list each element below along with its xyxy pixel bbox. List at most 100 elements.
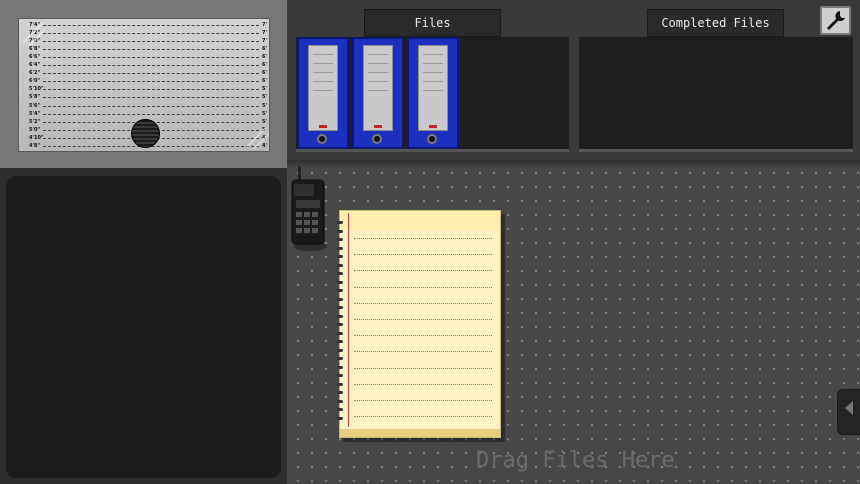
notepad-ruled-line [354,270,492,272]
glass-glare [23,23,45,45]
height-mark-label: 7' [261,21,267,28]
notepad-ruled-line [354,319,492,320]
height-mark-line [43,40,259,42]
binder-ring-icon [317,134,327,144]
height-mark-line [43,56,259,58]
height-mark-row: 6'4" 6' [19,62,269,70]
height-mark-row: 7'0"7' [19,37,269,45]
height-mark-label: 4'10" [29,134,44,141]
spiral-ring [337,416,343,420]
height-mark-row: 6'6" 6' [19,53,269,61]
notepad[interactable] [337,210,501,438]
height-mark-label: 5'8" [29,94,41,101]
height-mark-line [43,73,259,75]
height-mark-label: 7' [261,37,267,44]
spiral-ring [337,238,343,241]
notepad-ruled-line [354,383,492,385]
height-mark-label: 5'2" [29,118,41,125]
height-mark-label: 5' [261,102,267,109]
notepad-ruled-line [354,351,492,353]
walkie-talkie-icon[interactable] [290,166,328,256]
spiral-ring [337,272,343,275]
case-file-binder[interactable] [352,37,404,149]
notepad-ruled-line [354,238,492,239]
binder-ring-icon [427,134,437,144]
binder-tag [374,125,382,128]
height-mark-line [43,65,259,67]
height-mark-label: 6' [261,70,267,77]
settings-button[interactable] [820,6,851,35]
spiral-ring [337,255,343,258]
lineup-lamp-icon [131,119,160,148]
height-mark-line [43,113,259,115]
glass-glare [247,127,269,149]
height-mark-row: 7'4"7' [19,21,269,29]
height-mark-line [43,105,259,107]
spiral-ring [337,314,343,318]
spiral-ring [337,306,343,309]
notepad-ruled-line [354,302,492,304]
height-mark-label: 6'6" [29,53,41,60]
notepad-ruled-line [354,400,492,401]
height-mark-label: 6'2" [29,70,41,77]
height-mark-row: 5'10" 5' [19,86,269,94]
height-mark-label: 5'0" [29,126,41,133]
notepad-margin-line [348,213,349,427]
spiral-ring [337,391,343,394]
spiral-ring [337,340,343,343]
spiral-ring [337,374,343,377]
spiral-ring [337,289,343,292]
spiral-ring [337,331,343,335]
height-mark-label: 6'0" [29,78,41,85]
height-mark-line [43,48,259,50]
spiral-ring [337,382,343,386]
height-mark-label: 6' [261,45,267,52]
binder-ring-icon [372,134,382,144]
height-mark-label: 5' [261,118,267,125]
height-mark-label: 5' [261,110,267,117]
case-file-binder[interactable] [407,37,459,149]
completed-files-tab[interactable]: Completed Files [647,9,784,37]
case-file-binder[interactable] [297,37,349,149]
drag-files-hint: Drag Files Here [476,448,675,473]
spiral-ring [337,297,343,301]
spiral-ring [337,246,343,250]
height-mark-label: 5' [261,86,267,93]
height-mark-row: 5'6" 5' [19,102,269,110]
height-mark-label: 5'10" [29,86,44,93]
notepad-header [340,211,500,231]
spiral-ring [337,323,343,326]
height-mark-label: 6' [261,78,267,85]
height-mark-row: 6'2" 6' [19,70,269,78]
height-mark-line [43,32,259,34]
height-mark-label: 7' [261,29,267,36]
files-tab[interactable]: Files [364,9,501,37]
height-mark-label: 6'8" [29,45,41,52]
spiral-ring [337,399,343,403]
spiral-ring [337,221,343,224]
notepad-ruled-line [354,335,492,337]
desk-shadow [287,160,860,168]
height-mark-row: 5'4" 5' [19,110,269,118]
spiral-ring [337,348,343,352]
wrench-icon [827,11,845,30]
height-mark-row: 6'0" 6' [19,78,269,86]
chevron-left-icon [845,401,853,415]
spiral-ring [337,365,343,369]
binder-spine-label [363,45,393,131]
height-mark-line [43,81,259,83]
left-panel [6,176,281,478]
notepad-ruled-line [354,367,492,369]
spiral-ring [337,357,343,360]
height-mark-label: 5'6" [29,102,41,109]
height-mark-line [43,97,259,99]
height-mark-label: 6' [261,62,267,69]
height-mark-label: 6' [261,53,267,60]
height-mark-label: 4'8" [29,143,41,150]
height-mark-line [43,24,259,26]
height-mark-row: 5'8" 5' [19,94,269,102]
spiral-ring [337,229,343,233]
completed-files-shelf [579,37,853,152]
notepad-ruled-line [354,416,492,418]
height-mark-label: 6'4" [29,62,41,69]
